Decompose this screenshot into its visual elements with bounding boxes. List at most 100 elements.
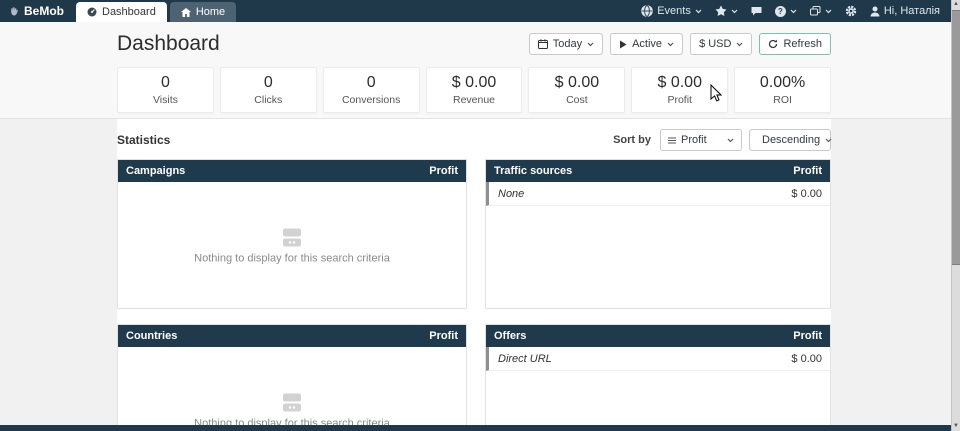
empty-state-text: Nothing to display for this search crite… bbox=[194, 252, 390, 264]
tab-home[interactable]: Home bbox=[170, 2, 236, 22]
sort-by-label: Sort by bbox=[613, 134, 651, 146]
refresh-icon bbox=[768, 39, 778, 49]
stat-value: 0 bbox=[118, 73, 213, 93]
panel-offers: Offers Profit Direct URL $ 0.00 bbox=[485, 324, 831, 431]
chat-button[interactable] bbox=[751, 6, 762, 16]
events-label: Events bbox=[657, 5, 691, 17]
help-menu[interactable]: ? bbox=[775, 5, 797, 17]
user-greeting: Hi, Наталія bbox=[884, 5, 940, 17]
stat-value: 0 bbox=[324, 73, 419, 93]
chevron-down-icon bbox=[667, 38, 674, 50]
status-filter-label: Active bbox=[632, 38, 662, 50]
row-name: None bbox=[498, 188, 524, 200]
stat-card-conversions: 0 Conversions bbox=[323, 67, 420, 113]
table-row[interactable]: None $ 0.00 bbox=[486, 182, 830, 206]
chevron-down-icon bbox=[825, 5, 832, 17]
user-icon bbox=[870, 6, 880, 17]
dashboard-header: Dashboard Today Active $ USD bbox=[0, 22, 960, 119]
row-value: $ 0.00 bbox=[791, 353, 822, 365]
chevron-down-icon bbox=[727, 134, 734, 146]
stat-card-clicks: 0 Clicks bbox=[220, 67, 317, 113]
empty-data-icon bbox=[279, 392, 305, 413]
stat-label: Cost bbox=[529, 94, 624, 106]
help-icon: ? bbox=[775, 6, 786, 17]
currency-button[interactable]: $ USD bbox=[690, 33, 752, 55]
header-actions: Today Active $ USD Refresh bbox=[529, 33, 831, 55]
stat-card-roi: 0.00% ROI bbox=[734, 67, 831, 113]
stat-card-revenue: $ 0.00 Revenue bbox=[426, 67, 523, 113]
tab-label: Home bbox=[196, 6, 225, 18]
panel-metric-label: Profit bbox=[793, 330, 822, 342]
table-row[interactable]: Direct URL $ 0.00 bbox=[486, 347, 830, 371]
events-icon bbox=[641, 5, 653, 17]
tab-dashboard[interactable]: Dashboard bbox=[76, 2, 167, 22]
statistics-heading: Statistics bbox=[117, 133, 170, 147]
settings-button[interactable] bbox=[845, 5, 857, 17]
stat-label: ROI bbox=[735, 94, 830, 106]
vertical-scrollbar[interactable]: ▲ ▼ bbox=[951, 0, 960, 431]
bemob-logo[interactable]: BeMob bbox=[8, 0, 64, 22]
sort-direction-select[interactable]: Descending bbox=[749, 129, 831, 151]
panel-metric-label: Profit bbox=[793, 165, 822, 177]
hand-logo-icon bbox=[8, 5, 21, 18]
play-icon bbox=[619, 40, 627, 49]
status-filter-button[interactable]: Active bbox=[610, 33, 683, 55]
panel-title: Countries bbox=[126, 330, 177, 342]
panel-traffic-sources: Traffic sources Profit None $ 0.00 bbox=[485, 159, 831, 309]
stat-label: Conversions bbox=[324, 94, 419, 106]
topbar-menu: Events ? Hi, Наталія bbox=[641, 0, 960, 22]
empty-state: Nothing to display for this search crite… bbox=[118, 227, 466, 264]
panel-campaigns: Campaigns Profit Nothing to display for … bbox=[117, 159, 467, 309]
stack-icon bbox=[810, 6, 821, 16]
panel-title: Traffic sources bbox=[494, 165, 572, 177]
stat-value: 0.00% bbox=[735, 73, 830, 93]
scroll-down-arrow-icon[interactable]: ▼ bbox=[952, 422, 960, 431]
empty-state: Nothing to display for this search crite… bbox=[118, 392, 466, 429]
stat-value: 0 bbox=[221, 73, 316, 93]
statistics-section: Statistics Sort by Profit Descending Cam… bbox=[117, 119, 831, 425]
brand-name: BeMob bbox=[24, 4, 64, 18]
panel-title: Campaigns bbox=[126, 165, 185, 177]
list-icon bbox=[668, 137, 676, 144]
panel-metric-label: Profit bbox=[429, 330, 458, 342]
stat-card-profit: $ 0.00 Profit bbox=[631, 67, 728, 113]
page-title: Dashboard bbox=[117, 32, 220, 56]
stat-label: Revenue bbox=[427, 94, 522, 106]
empty-data-icon bbox=[279, 227, 305, 248]
chevron-down-icon bbox=[736, 38, 743, 50]
date-range-label: Today bbox=[553, 38, 582, 50]
refresh-button[interactable]: Refresh bbox=[759, 33, 831, 55]
stat-card-cost: $ 0.00 Cost bbox=[528, 67, 625, 113]
sort-field-value: Profit bbox=[681, 134, 707, 146]
panel-countries: Countries Profit Nothing to display for … bbox=[117, 324, 467, 431]
currency-label: $ USD bbox=[699, 38, 731, 50]
bottom-bar bbox=[0, 425, 960, 431]
tab-strip: Dashboard Home bbox=[76, 0, 236, 22]
tab-label: Dashboard bbox=[102, 6, 156, 18]
gauge-icon bbox=[87, 7, 97, 17]
star-icon bbox=[715, 5, 727, 17]
scroll-up-arrow-icon[interactable]: ▲ bbox=[952, 0, 960, 9]
row-name: Direct URL bbox=[498, 353, 552, 365]
panel-metric-label: Profit bbox=[429, 165, 458, 177]
workspaces-menu[interactable] bbox=[810, 5, 832, 17]
chevron-down-icon bbox=[587, 38, 594, 50]
row-value: $ 0.00 bbox=[791, 188, 822, 200]
events-menu[interactable]: Events bbox=[641, 5, 702, 17]
date-range-button[interactable]: Today bbox=[529, 33, 603, 55]
stat-label: Profit bbox=[632, 94, 727, 106]
stat-value: $ 0.00 bbox=[529, 73, 624, 93]
gear-icon bbox=[845, 5, 857, 17]
chevron-down-icon bbox=[790, 5, 797, 17]
panel-title: Offers bbox=[494, 330, 526, 342]
stat-label: Clicks bbox=[221, 94, 316, 106]
scrollbar-thumb[interactable] bbox=[952, 10, 960, 265]
favorites-menu[interactable] bbox=[715, 5, 738, 17]
stat-card-visits: 0 Visits bbox=[117, 67, 214, 113]
chevron-down-icon bbox=[695, 5, 702, 17]
refresh-label: Refresh bbox=[783, 38, 822, 50]
stat-value: $ 0.00 bbox=[427, 73, 522, 93]
chevron-down-icon bbox=[825, 134, 832, 146]
sort-field-select[interactable]: Profit bbox=[660, 129, 742, 151]
user-menu[interactable]: Hi, Наталія bbox=[870, 5, 940, 17]
